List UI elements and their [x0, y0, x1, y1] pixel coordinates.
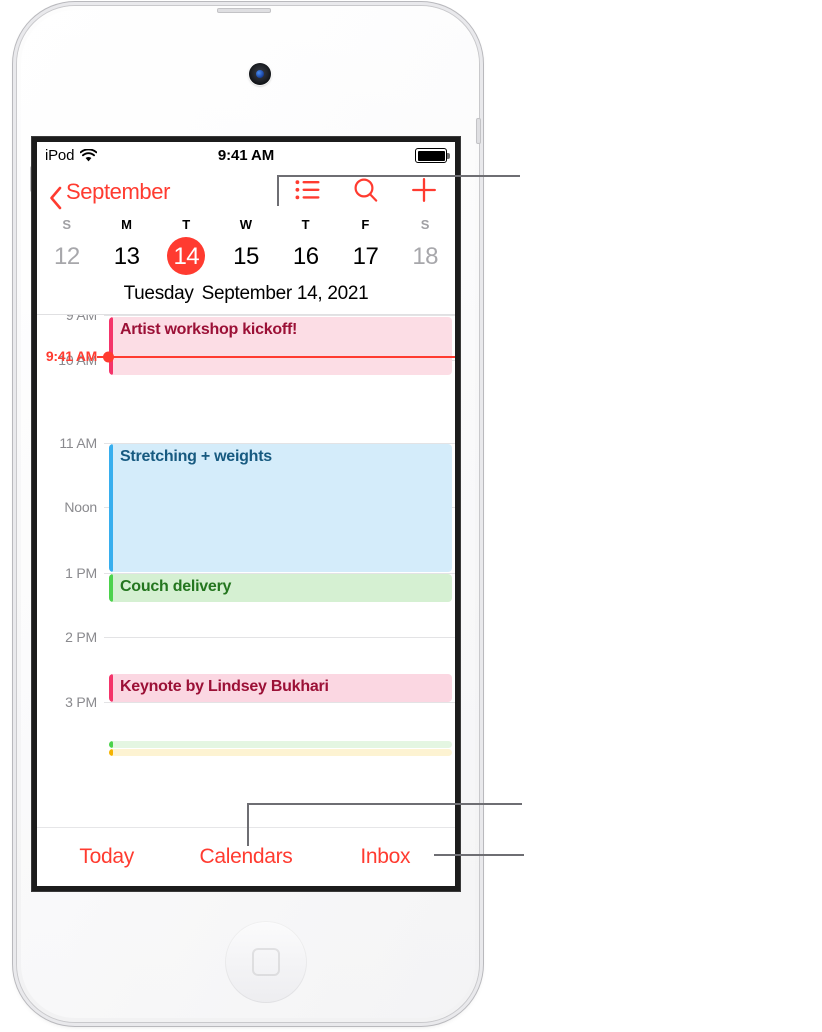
hour-label-5: 2 PM — [65, 629, 97, 645]
weekday-header-5: F — [361, 217, 370, 232]
date-number: 12 — [54, 243, 80, 270]
device-screen: iPod 9:41 AM September S M T W T F S 12 … — [37, 142, 455, 886]
calendar-event[interactable]: Artist workshop kickoff! — [109, 317, 452, 375]
date-cell-14[interactable]: 14 — [156, 234, 216, 278]
calendar-event[interactable] — [109, 749, 452, 756]
current-time-tick — [97, 356, 106, 358]
weekday-header-4: T — [301, 217, 310, 232]
weekday-header-2: T — [182, 217, 191, 232]
current-time-line — [103, 351, 455, 363]
calendar-event[interactable]: Keynote by Lindsey Bukhari — [109, 674, 452, 702]
event-title: Keynote by Lindsey Bukhari — [120, 678, 329, 695]
weekday-header-3: W — [239, 217, 253, 232]
date-number: 17 — [352, 243, 379, 270]
calendar-event[interactable] — [109, 741, 452, 748]
weekday-header-0: S — [62, 217, 72, 232]
hour-label-2: 11 AM — [59, 435, 97, 451]
add-event-button[interactable] — [411, 177, 437, 208]
date-number: 18 — [412, 243, 439, 270]
date-number: 13 — [113, 243, 140, 270]
event-title: Stretching + weights — [120, 448, 272, 465]
search-button[interactable] — [353, 177, 379, 208]
event-color-stripe — [109, 574, 113, 602]
calendar-event[interactable]: Couch delivery — [109, 574, 452, 602]
back-button-label: September — [66, 179, 171, 204]
hour-label-6: 3 PM — [65, 694, 97, 710]
hour-gridline-6 — [104, 702, 455, 703]
status-bar-right — [415, 148, 450, 163]
weekday-header-1: M — [121, 217, 133, 232]
date-number: 14 — [173, 243, 200, 270]
power-button[interactable] — [217, 8, 271, 13]
battery-fill — [417, 150, 445, 161]
current-time-label: 9:41 AM — [45, 348, 97, 364]
hour-label-3: Noon — [64, 499, 97, 515]
date-cell-16[interactable]: 16 — [276, 234, 336, 278]
chevron-left-icon — [49, 186, 62, 209]
nav-bar-actions — [295, 177, 441, 208]
weekday-header-6: S — [420, 217, 430, 232]
tab-today[interactable]: Today — [37, 845, 176, 869]
bottom-tab-bar: Today Calendars Inbox — [37, 827, 455, 886]
date-cell-12[interactable]: 12 — [37, 234, 97, 278]
week-date-row: 12 13 14 15 16 17 18 — [37, 234, 455, 278]
hour-label-0: 9 AM — [65, 315, 97, 323]
date-number: 16 — [292, 243, 319, 270]
selected-weekday: Tuesday — [123, 283, 194, 304]
date-cell-15[interactable]: 15 — [216, 234, 276, 278]
selected-full-date: September 14, 2021 — [201, 283, 369, 304]
list-view-button[interactable] — [295, 179, 321, 206]
battery-full-icon — [415, 148, 450, 163]
date-number: 15 — [233, 243, 259, 270]
event-title: Artist workshop kickoff! — [120, 321, 298, 338]
week-strip: S M T W T F S 12 13 14 15 16 17 18 Tuesday September … — [37, 215, 455, 315]
date-cell-18[interactable]: 18 — [395, 234, 455, 278]
date-cell-13[interactable]: 13 — [97, 234, 157, 278]
tab-calendars[interactable]: Calendars — [176, 845, 315, 869]
selected-date-label: Tuesday September 14, 2021 — [37, 278, 455, 314]
home-button[interactable] — [225, 921, 307, 1003]
event-color-stripe — [109, 674, 113, 702]
volume-down-button[interactable] — [30, 166, 35, 192]
hour-gridline-5 — [104, 637, 455, 638]
event-color-stripe — [109, 317, 113, 375]
event-color-stripe — [109, 444, 113, 572]
calendar-event[interactable]: Stretching + weights — [109, 444, 452, 572]
status-bar-clock: 9:41 AM — [217, 147, 275, 164]
event-color-stripe — [109, 741, 113, 748]
volume-up-button[interactable] — [476, 118, 481, 144]
back-to-september-button[interactable]: September — [49, 179, 171, 209]
front-camera-icon — [249, 63, 271, 85]
day-timeline-grid[interactable]: 9 AM 10 AM 11 AM Noon 1 PM 2 PM 3 PM Artist wor… — [37, 315, 455, 824]
date-cell-17[interactable]: 17 — [336, 234, 396, 278]
hour-label-4: 1 PM — [65, 565, 97, 581]
status-bar: iPod 9:41 AM — [37, 142, 455, 169]
navigation-bar: September — [37, 169, 455, 215]
event-title: Couch delivery — [120, 578, 232, 595]
hour-gridline-0 — [104, 315, 455, 316]
weekday-header-row: SMTWTFS — [37, 217, 455, 234]
tab-inbox[interactable]: Inbox — [316, 845, 455, 869]
event-color-stripe — [109, 749, 113, 756]
